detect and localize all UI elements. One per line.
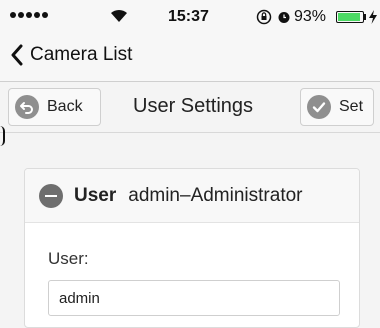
checkmark-icon (307, 95, 331, 119)
collapse-minus-icon[interactable] (39, 183, 63, 208)
status-time: 15:37 (168, 8, 209, 25)
toolbar-divider (0, 132, 380, 133)
card-title-label: User (74, 184, 117, 206)
back-button[interactable]: Back (8, 88, 101, 126)
card-title-value: admin–Administrator (128, 184, 303, 206)
page-title: User Settings (133, 95, 254, 117)
status-bar: 15:37 93% (0, 0, 380, 36)
navigation-bar: Camera List (0, 36, 380, 82)
undo-icon (15, 95, 39, 119)
battery-percent: 93% (294, 8, 327, 25)
user-card: User admin–Administrator User: (24, 168, 360, 328)
wifi-icon (111, 9, 127, 22)
user-card-header[interactable]: User admin–Administrator (25, 169, 359, 223)
set-button-label: Set (339, 98, 364, 115)
nav-back-label: Camera List (30, 44, 133, 65)
orientation-lock-icon (256, 9, 272, 25)
battery-icon (336, 11, 364, 23)
set-button[interactable]: Set (300, 88, 374, 126)
user-input[interactable] (48, 280, 340, 316)
back-button-label: Back (47, 98, 83, 115)
alarm-icon (278, 12, 290, 23)
user-field-label: User: (48, 249, 89, 268)
charging-icon (369, 10, 377, 24)
chevron-left-icon (11, 44, 23, 66)
toolbar: Back User Settings Set (0, 82, 380, 132)
nav-back-button[interactable]: Camera List (10, 44, 132, 66)
signal-dots-icon (10, 12, 48, 18)
battery-tip (364, 14, 366, 20)
edge-mark (0, 126, 5, 146)
